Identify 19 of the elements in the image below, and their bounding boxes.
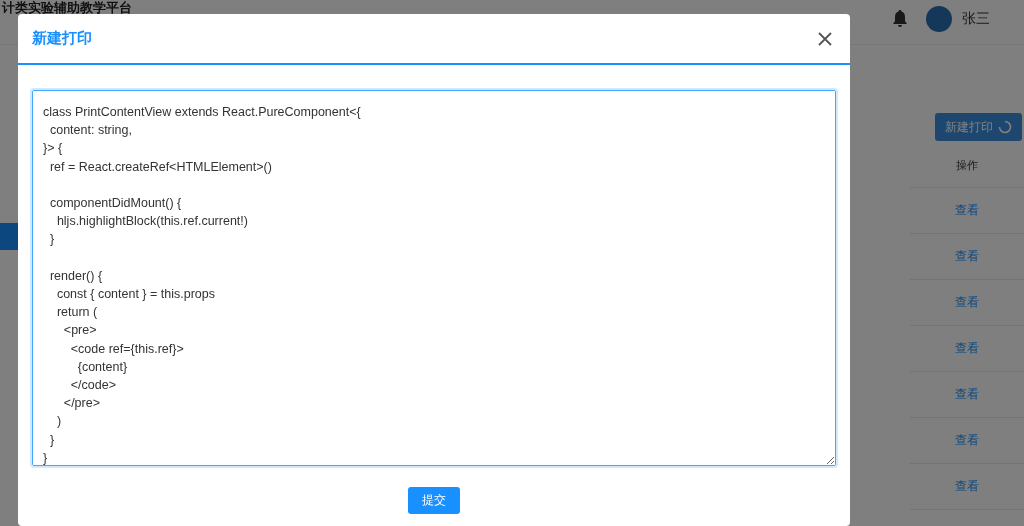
column-header: 操作 (956, 157, 978, 173)
view-link[interactable]: 查看 (955, 432, 979, 449)
new-print-button[interactable]: 新建打印 (935, 113, 1022, 141)
view-link[interactable]: 查看 (955, 294, 979, 311)
bell-icon[interactable] (892, 10, 908, 28)
code-input-field[interactable]: class PrintContentView extends React.PureComponent<{ content: string, }> { ref = React.createRef<HTMLElement>() componentDidMount() { hljs.highlightBlock(this.ref.current!) } render() { const { content } = this.props return ( <pre> <code ref={this.ref}> {content} </code> </pre> ) } } (32, 90, 836, 466)
modal-title: 新建打印 (32, 29, 92, 48)
user-name[interactable]: 张三 (962, 10, 990, 28)
close-icon[interactable] (818, 31, 832, 46)
view-link[interactable]: 查看 (955, 340, 979, 357)
view-link[interactable]: 查看 (955, 478, 979, 495)
view-link[interactable]: 查看 (955, 386, 979, 403)
avatar[interactable] (926, 6, 952, 32)
view-link[interactable]: 查看 (955, 248, 979, 265)
view-link[interactable]: 查看 (955, 202, 979, 219)
app-title: 计类实验辅助教学平台 (2, 1, 132, 15)
spinner-icon (998, 120, 1012, 134)
sidebar-highlight (0, 223, 18, 250)
submit-button[interactable]: 提交 (408, 487, 460, 514)
